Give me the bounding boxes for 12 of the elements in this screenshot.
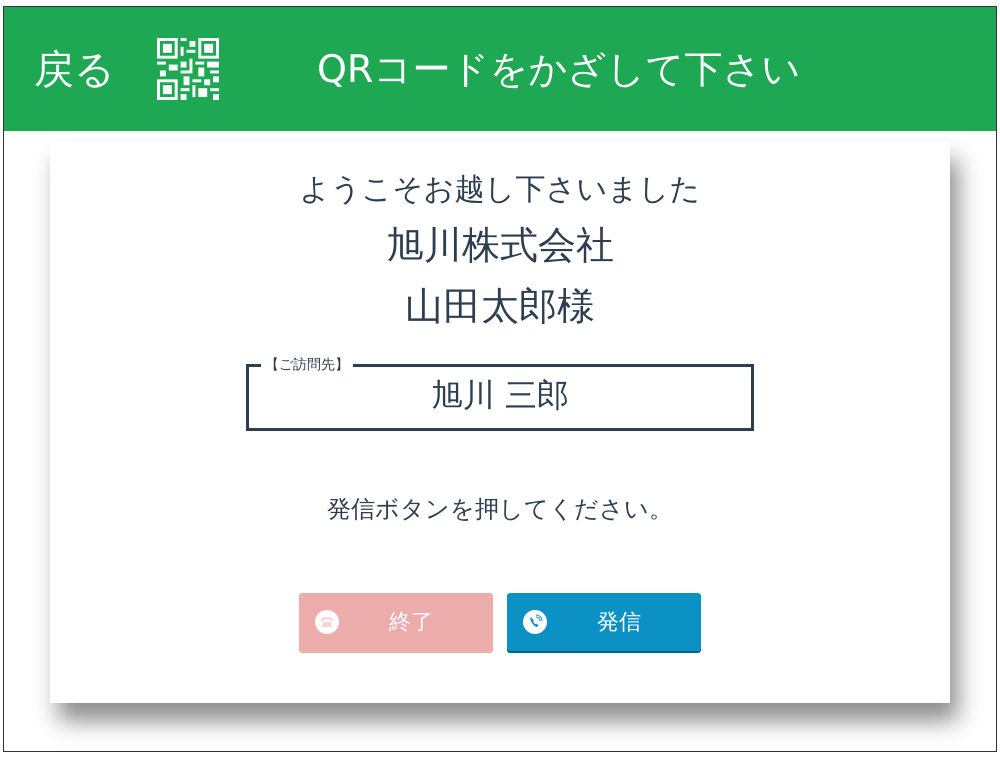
qr-code-icon [157, 38, 219, 100]
welcome-message: ようこそお越し下さいました [300, 171, 700, 209]
host-name: 旭川 三郎 [430, 375, 570, 416]
telephone-icon [315, 610, 339, 634]
company-name: 旭川株式会社 [386, 222, 614, 269]
header-title: QRコードをかざして下さい [317, 46, 800, 92]
phone-call-icon [523, 610, 547, 634]
guest-name: 山田太郎様 [405, 283, 595, 330]
call-button[interactable]: 発信 [507, 593, 701, 651]
instruction-text: 発信ボタンを押してください。 [327, 494, 673, 525]
back-button[interactable]: 戻る [34, 42, 115, 96]
host-legend: 【ご訪問先】 [261, 356, 353, 374]
